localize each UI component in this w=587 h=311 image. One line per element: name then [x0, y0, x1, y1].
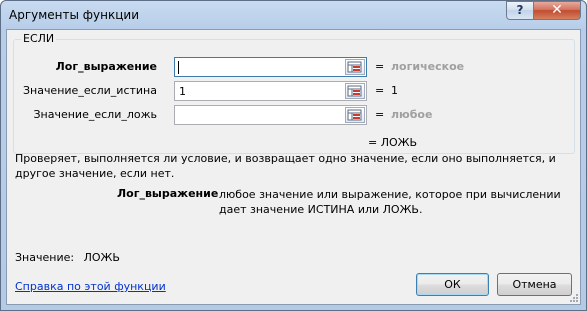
function-arguments-group: ЕСЛИ Лог_выражение = логическое Значение…	[13, 32, 575, 154]
resize-grip-icon[interactable]	[569, 293, 579, 303]
dialog-client-area: ЕСЛИ Лог_выражение = логическое Значение…	[6, 29, 581, 305]
current-arg-description: любое значение или выражение, которое пр…	[219, 188, 561, 216]
arg-hint-logical-test: логическое	[391, 60, 465, 73]
arg-hint-value-if-true: 1	[391, 84, 398, 97]
logical-test-range-button[interactable]	[345, 59, 365, 75]
function-arguments-dialog: Аргументы функции ? ✕ ЕСЛИ Лог_выражение	[0, 0, 587, 311]
cancel-button[interactable]: Отмена	[497, 273, 572, 296]
arg-hint-value-if-false: любое	[391, 108, 433, 121]
arg-equals-sign: =	[375, 108, 385, 121]
formula-value: Значение: ЛОЖЬ	[15, 251, 120, 264]
formula-result: = ЛОЖЬ	[368, 136, 418, 149]
value-if-true-range-button[interactable]	[345, 83, 365, 99]
value-if-false-input[interactable]	[174, 105, 367, 125]
value-text: ЛОЖЬ	[83, 251, 120, 264]
logical-test-input[interactable]	[174, 57, 367, 77]
close-icon: ✕	[551, 2, 563, 18]
function-description: Проверяет, выполняется ли условие, и воз…	[15, 152, 556, 180]
question-icon: ?	[516, 3, 524, 17]
current-arg-name: Лог_выражение	[117, 187, 219, 200]
function-help-link[interactable]: Справка по этой функции	[15, 280, 166, 293]
function-name: ЕСЛИ	[21, 32, 57, 45]
close-button[interactable]: ✕	[533, 1, 581, 20]
value-label: Значение:	[15, 251, 75, 264]
arg-label-value-if-true: Значение_если_истина	[22, 84, 157, 97]
title-bar[interactable]: Аргументы функции ? ✕	[1, 1, 586, 29]
text-caret	[178, 61, 179, 74]
value-if-false-range-button[interactable]	[345, 107, 365, 123]
dialog-title: Аргументы функции	[9, 8, 140, 22]
range-select-icon	[347, 61, 362, 73]
arg-equals-sign: =	[375, 84, 385, 97]
value-if-true-input[interactable]	[174, 81, 367, 101]
arg-label-logical-test: Лог_выражение	[55, 60, 157, 73]
range-select-icon	[347, 109, 362, 121]
range-select-icon	[347, 85, 362, 97]
arg-label-value-if-false: Значение_если_ложь	[33, 108, 157, 121]
arg-equals-sign: =	[375, 60, 385, 73]
help-button[interactable]: ?	[506, 1, 534, 20]
ok-button[interactable]: ОК	[416, 273, 489, 296]
